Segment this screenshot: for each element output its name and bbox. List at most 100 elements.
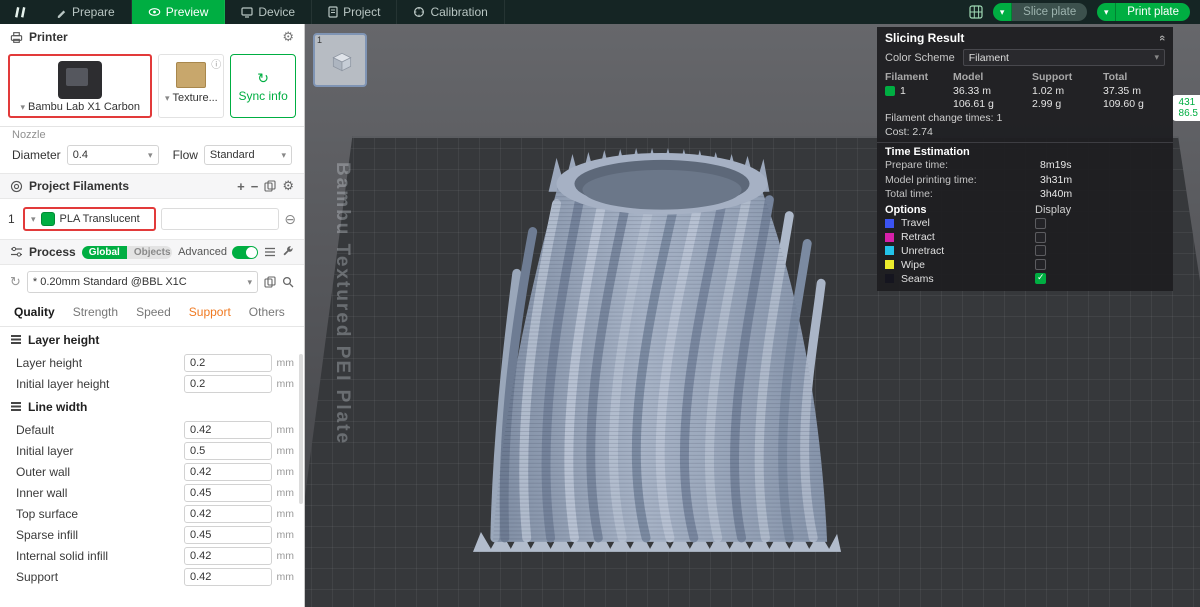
plate-type-selector[interactable]: ⓘ ▾ Texture... bbox=[158, 54, 225, 118]
wrench-icon[interactable] bbox=[282, 246, 294, 258]
printer-name: Bambu Lab X1 Carbon bbox=[28, 101, 140, 113]
internal-solid-infill-line-width-input[interactable] bbox=[184, 546, 272, 565]
advanced-label: Advanced bbox=[178, 246, 227, 258]
color-scheme-value: Filament bbox=[968, 51, 1009, 64]
color-scheme-select[interactable]: Filament ▾ bbox=[962, 49, 1165, 66]
option-row-retract: Retract bbox=[877, 230, 1173, 244]
filament-sync-icon[interactable] bbox=[264, 180, 276, 192]
initial-layer-line-width-input[interactable] bbox=[184, 441, 272, 460]
plate-watermark: Bambu Textured PEI Plate bbox=[332, 162, 353, 446]
save-preset-icon[interactable] bbox=[264, 276, 276, 288]
slice-plate-button[interactable]: ▾ Slice plate bbox=[993, 3, 1088, 21]
global-badge[interactable]: Global bbox=[81, 245, 127, 259]
wipe-color-swatch bbox=[885, 260, 894, 270]
display-title: Display bbox=[1035, 203, 1072, 216]
filament-settings-gear-icon[interactable]: ⚙ bbox=[282, 178, 294, 194]
prepare-icon bbox=[56, 7, 67, 18]
process-preset-value: * 0.20mm Standard @BBL X1C bbox=[32, 276, 187, 288]
filament-icon bbox=[10, 180, 23, 193]
travel-checkbox[interactable] bbox=[1035, 217, 1046, 229]
layer-slider-indicator[interactable]: 431 86.5 bbox=[1171, 95, 1200, 121]
chevron-down-icon: ▾ bbox=[164, 92, 170, 103]
print-plate-button[interactable]: ▾ Print plate bbox=[1097, 3, 1190, 21]
remove-filament-button[interactable]: − bbox=[251, 179, 259, 194]
tab-others[interactable]: Others bbox=[249, 305, 285, 319]
bambu-studio-window: Prepare Preview Device Project Calibrati… bbox=[0, 0, 1200, 607]
objects-badge[interactable]: Objects bbox=[126, 245, 173, 259]
section-title: Layer height bbox=[28, 332, 100, 347]
calibration-icon bbox=[413, 6, 425, 18]
top-surface-line-width-input[interactable] bbox=[184, 504, 272, 523]
flow-select[interactable]: Standard ▾ bbox=[203, 145, 292, 165]
layer-height-section-header[interactable]: Layer height bbox=[0, 327, 304, 352]
sidebar-scrollbar[interactable] bbox=[299, 354, 303, 504]
printer-selector[interactable]: ▾ Bambu Lab X1 Carbon bbox=[8, 54, 153, 118]
section-title: Line width bbox=[28, 399, 88, 414]
time-row: Total time: 3h40m bbox=[885, 188, 1073, 200]
slice-dropdown-chevron-icon[interactable]: ▾ bbox=[993, 3, 1013, 21]
retract-checkbox[interactable] bbox=[1035, 231, 1046, 243]
initial-layer-height-input[interactable] bbox=[184, 374, 272, 393]
sync-info-button[interactable]: ↻ Sync info bbox=[230, 54, 296, 118]
plate-grid-icon[interactable] bbox=[969, 5, 983, 19]
wipe-checkbox[interactable] bbox=[1035, 259, 1046, 271]
filament-selector[interactable]: ▾ PLA Translucent bbox=[23, 207, 156, 231]
top-bar: Prepare Preview Device Project Calibrati… bbox=[0, 0, 1200, 24]
plate-thumbnail[interactable]: 1 bbox=[313, 33, 367, 87]
tab-prepare[interactable]: Prepare bbox=[40, 0, 132, 24]
seams-checkbox[interactable] bbox=[1035, 272, 1046, 285]
tab-calibration-label: Calibration bbox=[430, 5, 488, 19]
reset-preset-icon[interactable]: ↻ bbox=[10, 274, 21, 290]
filament-id: 1 bbox=[900, 85, 906, 97]
print-dropdown-chevron-icon[interactable]: ▾ bbox=[1097, 3, 1117, 21]
outer-wall-line-width-input[interactable] bbox=[184, 462, 272, 481]
sliced-model[interactable] bbox=[471, 104, 849, 562]
total-usage: 37.35 m 109.60 g bbox=[1103, 85, 1144, 110]
advanced-toggle[interactable] bbox=[232, 245, 258, 259]
default-line-width-input[interactable] bbox=[184, 420, 272, 439]
setting-label: Outer wall bbox=[16, 464, 71, 479]
project-filaments-title: Project Filaments bbox=[29, 179, 130, 193]
tab-project[interactable]: Project bbox=[312, 0, 398, 24]
setting-row: Top surface mm bbox=[0, 503, 304, 524]
filament-edit-icon[interactable]: ⊖ bbox=[284, 211, 296, 228]
unit-label: mm bbox=[276, 570, 295, 583]
add-filament-button[interactable]: + bbox=[237, 179, 245, 194]
chevron-down-icon: ▾ bbox=[281, 149, 286, 160]
slicing-result-title: Slicing Result bbox=[885, 30, 965, 45]
diameter-select[interactable]: 0.4 ▾ bbox=[66, 145, 159, 165]
tab-preview[interactable]: Preview bbox=[131, 0, 226, 24]
seams-color-swatch bbox=[885, 274, 894, 284]
collapse-icon[interactable]: « bbox=[1156, 34, 1168, 40]
layer-value: 431 bbox=[1178, 97, 1196, 108]
unit-label: mm bbox=[276, 377, 295, 390]
unit-label: mm bbox=[276, 549, 295, 562]
tab-calibration[interactable]: Calibration bbox=[397, 0, 505, 24]
option-row-unretract: Unretract bbox=[877, 244, 1173, 258]
project-filaments-header: Project Filaments + − ⚙ bbox=[0, 173, 304, 199]
filament-field[interactable] bbox=[161, 208, 280, 230]
search-icon[interactable] bbox=[282, 276, 294, 288]
unretract-checkbox[interactable] bbox=[1035, 245, 1046, 257]
setting-label: Initial layer height bbox=[16, 376, 110, 391]
sync-info-label: Sync info bbox=[238, 88, 288, 103]
process-preset-select[interactable]: * 0.20mm Standard @BBL X1C ▾ bbox=[26, 271, 258, 293]
inner-wall-line-width-input[interactable] bbox=[184, 483, 272, 502]
unit-label: mm bbox=[276, 507, 295, 520]
tab-device[interactable]: Device bbox=[225, 0, 313, 24]
tab-support[interactable]: Support bbox=[189, 305, 231, 319]
printer-settings-gear-icon[interactable]: ⚙ bbox=[282, 29, 294, 45]
line-width-section-header[interactable]: Line width bbox=[0, 394, 304, 419]
plate-type-image bbox=[176, 62, 207, 88]
tab-speed[interactable]: Speed bbox=[136, 305, 171, 319]
layer-height-input[interactable] bbox=[184, 353, 272, 372]
support-line-width-input[interactable] bbox=[184, 567, 272, 586]
setting-row: Outer wall mm bbox=[0, 461, 304, 482]
sparse-infill-line-width-input[interactable] bbox=[184, 525, 272, 544]
info-icon[interactable]: ⓘ bbox=[211, 56, 221, 71]
tab-strength[interactable]: Strength bbox=[73, 305, 118, 319]
travel-color-swatch bbox=[885, 218, 894, 228]
printer-image bbox=[58, 61, 103, 99]
process-list-icon[interactable] bbox=[264, 247, 276, 257]
tab-quality[interactable]: Quality bbox=[14, 305, 55, 319]
